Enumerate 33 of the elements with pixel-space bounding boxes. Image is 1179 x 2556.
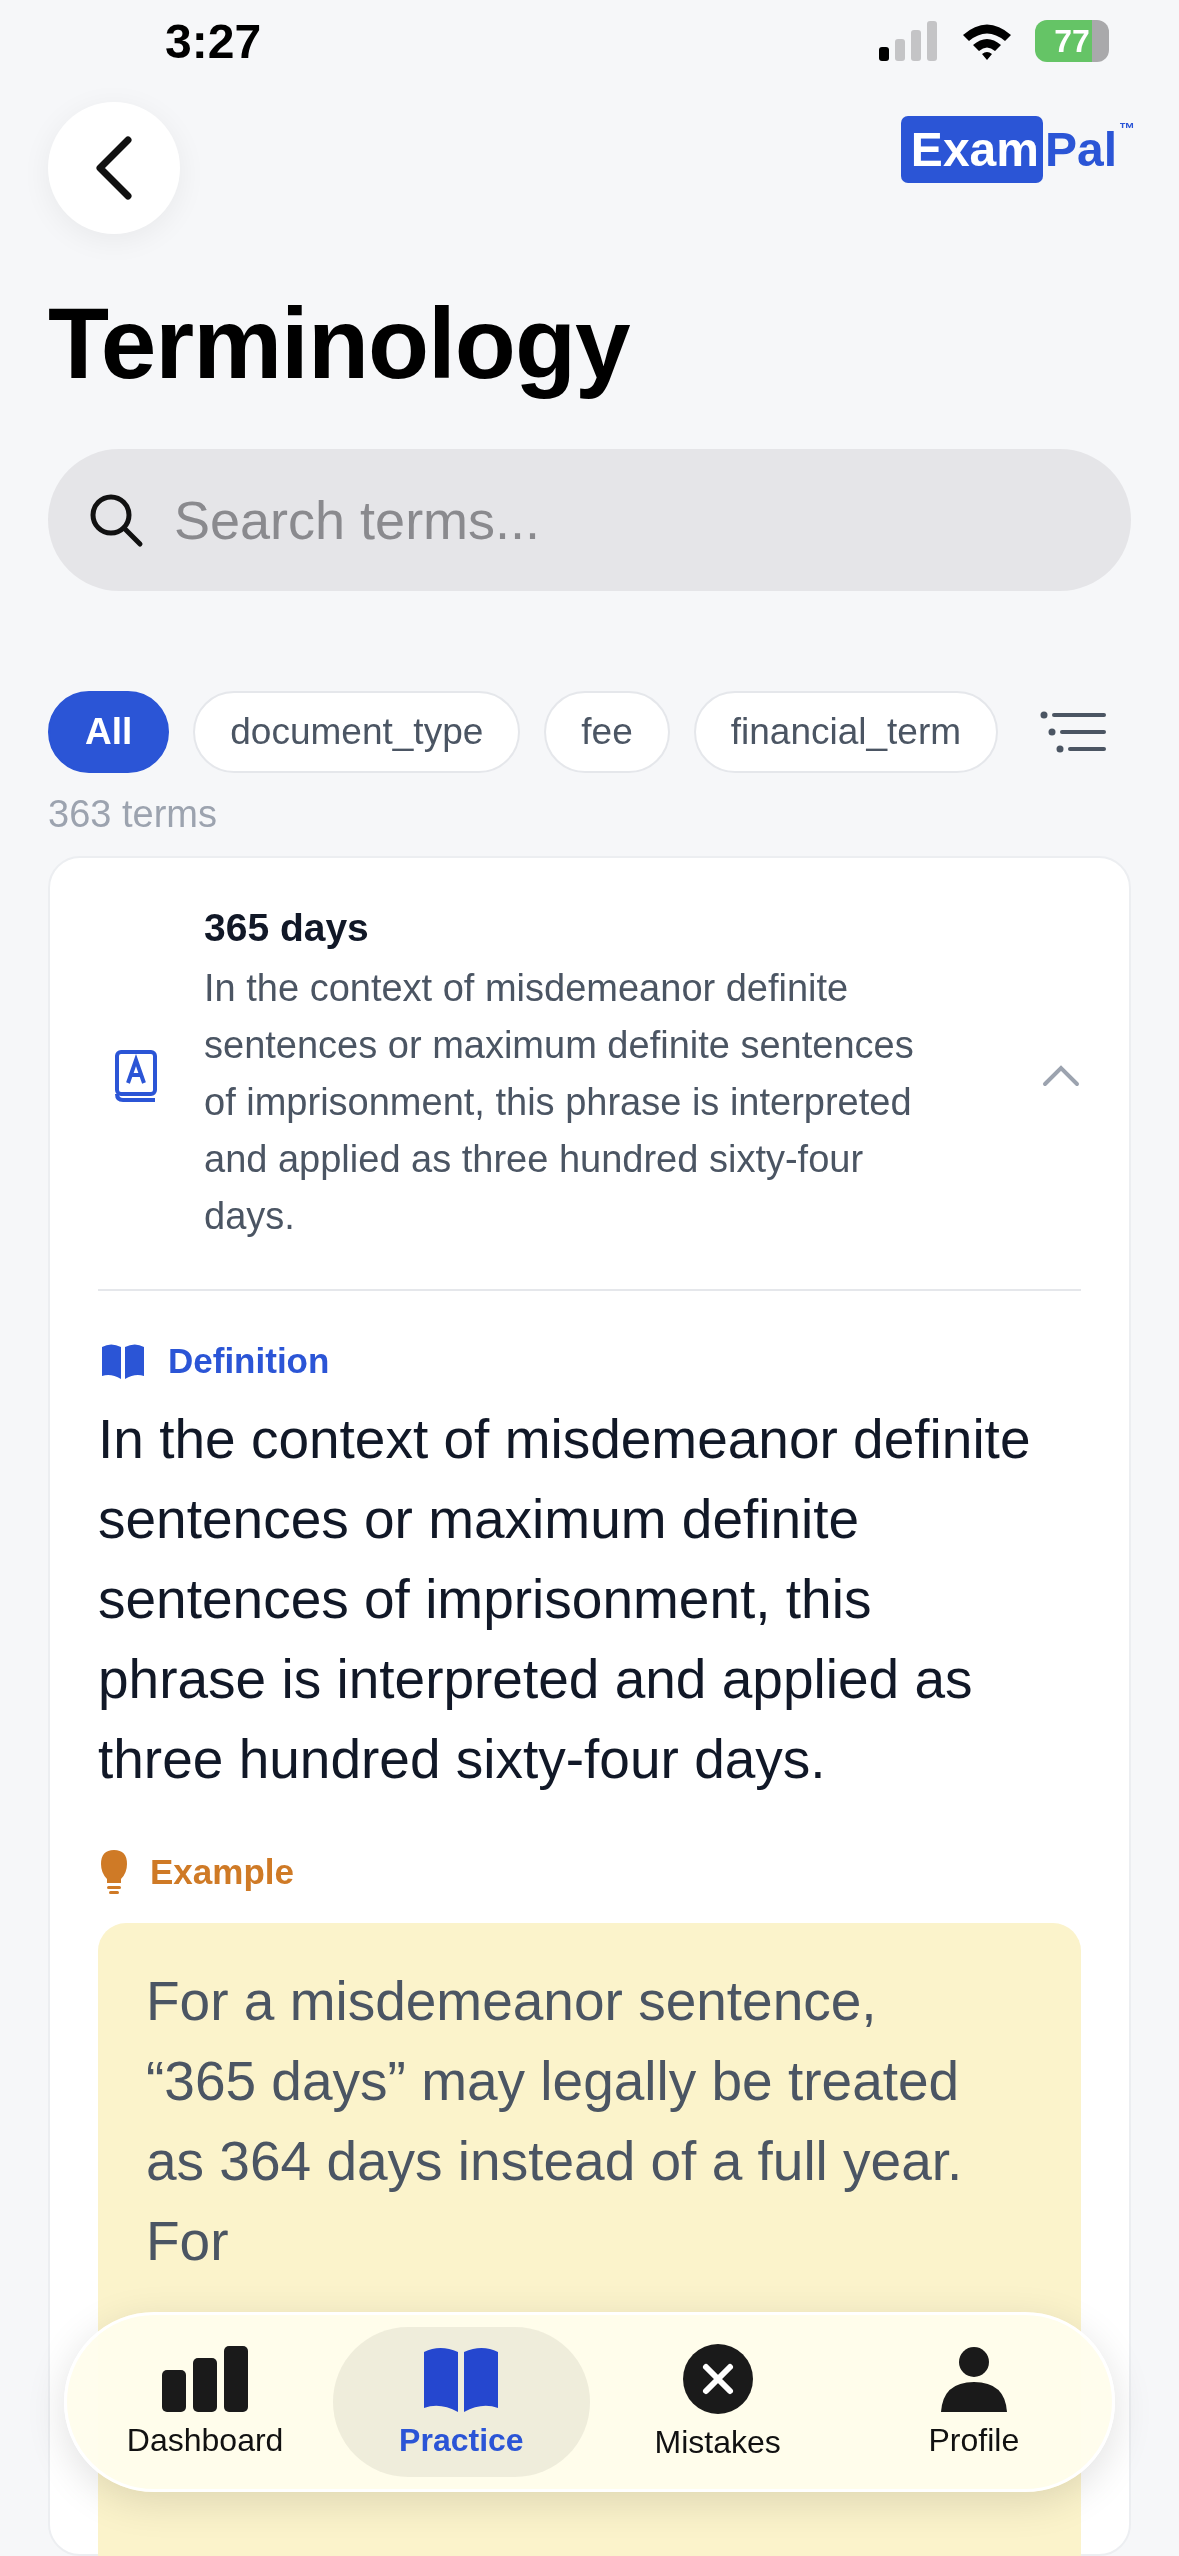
- wifi-icon: [961, 22, 1013, 60]
- logo-text: Pal: [1043, 121, 1118, 178]
- search-field[interactable]: Search terms...: [48, 449, 1131, 591]
- dictionary-icon: [114, 1048, 158, 1103]
- page-title: Terminology: [48, 286, 631, 401]
- term-title: 365 days: [204, 906, 370, 950]
- status-time: 3:27: [165, 13, 262, 69]
- tab-item[interactable]: Dashboard: [77, 2327, 334, 2477]
- filter-list-icon[interactable]: [1040, 711, 1106, 753]
- example-text: For a misdemeanor sentence, “365 days” may legally be treated as 364 days instead of a full year. For: [146, 1969, 964, 2274]
- bar-chart-icon: [160, 2345, 251, 2412]
- tab-item[interactable]: Practice: [333, 2327, 590, 2477]
- trademark: ™: [1119, 119, 1135, 138]
- filter-chip[interactable]: All: [48, 691, 170, 773]
- close-circle-icon: [682, 2343, 753, 2414]
- search-icon: [88, 492, 144, 548]
- definition-text: In the context of misdemeanor definite sentences or maximum definite sentences of imprisonment, this phrase is interpreted and applied as three hundred sixty-four days.: [98, 1407, 1032, 1792]
- tab-item[interactable]: Profile: [845, 2327, 1102, 2477]
- example-label: Example: [150, 1852, 294, 1892]
- logo-text: Exam: [900, 115, 1043, 183]
- signal-icon: [879, 21, 939, 61]
- person-icon: [938, 2345, 1009, 2412]
- back-icon: [94, 136, 134, 200]
- tab-item[interactable]: Mistakes: [589, 2327, 846, 2477]
- book-icon: [100, 1343, 146, 1379]
- filter-chip[interactable]: fee: [544, 691, 670, 773]
- term-summary: In the context of misdemeanor definite sentences or maximum definite sentences of imprisonment, this phrase is interpreted and applied as three hundred sixty-four days.: [204, 966, 915, 1239]
- filter-chip[interactable]: financial_term: [693, 691, 999, 773]
- filter-chip[interactable]: document_type: [193, 691, 521, 773]
- term-count: 363 terms: [48, 793, 218, 836]
- lightbulb-icon: [100, 1849, 128, 1895]
- battery-indicator: 77: [1035, 20, 1109, 62]
- definition-label: Definition: [168, 1341, 330, 1381]
